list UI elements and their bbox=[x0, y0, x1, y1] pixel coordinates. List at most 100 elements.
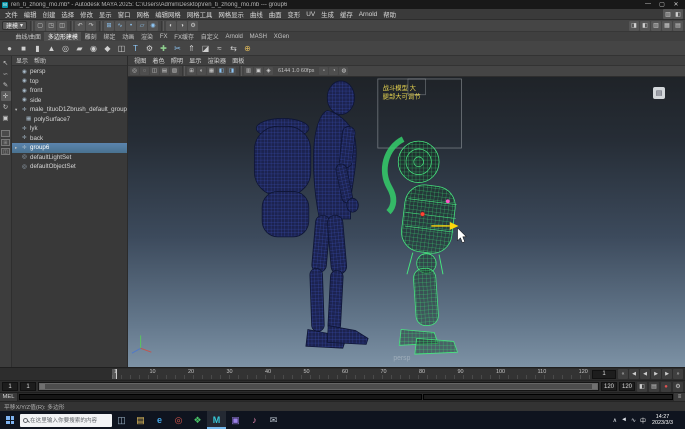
playback-start-field[interactable]: 1 bbox=[20, 382, 36, 391]
menu-mesh[interactable]: 网格 bbox=[133, 10, 152, 19]
panel-menu-show[interactable]: 显示 bbox=[186, 56, 204, 65]
redo-icon[interactable] bbox=[86, 21, 96, 31]
workspace-selector-icon[interactable] bbox=[663, 9, 673, 19]
play-backwards-button[interactable] bbox=[640, 369, 650, 379]
xray-icon[interactable] bbox=[329, 67, 338, 75]
chrome-browser-icon[interactable] bbox=[169, 411, 188, 429]
four-pane-layout-icon[interactable] bbox=[1, 139, 10, 146]
mech-leg-model-selected[interactable] bbox=[385, 139, 460, 354]
menu-deform[interactable]: 变形 bbox=[285, 10, 304, 19]
exposure-icon[interactable] bbox=[339, 67, 348, 75]
mail-app-icon[interactable] bbox=[264, 411, 283, 429]
wechat-icon[interactable] bbox=[188, 411, 207, 429]
shadows-toggle-icon[interactable] bbox=[227, 67, 236, 75]
shelf-tab-mash[interactable]: MASH bbox=[246, 32, 270, 41]
poly-cone-icon[interactable] bbox=[45, 42, 58, 55]
open-scene-icon[interactable] bbox=[46, 21, 56, 31]
bevel-icon[interactable] bbox=[199, 42, 212, 55]
make-live-icon[interactable] bbox=[148, 21, 158, 31]
outliner-item-front[interactable]: front bbox=[12, 86, 127, 96]
resolution-gate-icon[interactable] bbox=[244, 67, 253, 75]
menu-arnold[interactable]: Arnold bbox=[356, 11, 380, 18]
auto-keyframe-icon[interactable] bbox=[661, 382, 671, 392]
outliner-toggle-icon[interactable] bbox=[673, 21, 683, 31]
menu-edit[interactable]: 编辑 bbox=[21, 10, 40, 19]
maya-app-icon[interactable] bbox=[207, 411, 226, 429]
outliner-item-male-group[interactable]: male_tituoD1Zbrush_default_group bbox=[12, 105, 127, 115]
menu-generate[interactable]: 生成 bbox=[318, 10, 337, 19]
shelf-tab-poly-modeling[interactable]: 多边形建模 bbox=[44, 32, 81, 41]
photos-app-icon[interactable] bbox=[226, 411, 245, 429]
shelf-tab-animation[interactable]: 动画 bbox=[119, 32, 138, 41]
shelf-tab-arnold[interactable]: Arnold bbox=[222, 32, 246, 41]
panel-menu-panels[interactable]: 面板 bbox=[229, 56, 247, 65]
gate-mask-icon[interactable] bbox=[254, 67, 263, 75]
step-back-button[interactable] bbox=[629, 369, 639, 379]
shelf-tab-custom[interactable]: 自定义 bbox=[197, 32, 222, 41]
shelf-tab-fx-caching[interactable]: FX缓存 bbox=[171, 32, 197, 41]
undo-icon[interactable] bbox=[75, 21, 85, 31]
render-icon[interactable] bbox=[166, 21, 176, 31]
music-app-icon[interactable] bbox=[245, 411, 264, 429]
menu-uv[interactable]: UV bbox=[303, 11, 318, 18]
collapse-arrow-icon[interactable] bbox=[15, 107, 20, 113]
maximize-button[interactable]: ▢ bbox=[655, 1, 669, 8]
shelf-tab-xgen[interactable]: XGen bbox=[270, 32, 292, 41]
mirror-icon[interactable] bbox=[227, 42, 240, 55]
range-end-handle[interactable] bbox=[592, 384, 597, 389]
network-icon[interactable] bbox=[631, 417, 636, 424]
isolate-select-icon[interactable] bbox=[319, 67, 328, 75]
menu-create[interactable]: 创建 bbox=[40, 10, 59, 19]
menu-surfaces[interactable]: 曲面 bbox=[266, 10, 285, 19]
workspace-dropdown[interactable]: 建模 ▾ bbox=[2, 21, 27, 30]
modeling-toolkit-toggle-icon[interactable] bbox=[662, 21, 672, 31]
combine-icon[interactable] bbox=[241, 42, 254, 55]
select-camera-icon[interactable] bbox=[130, 67, 139, 75]
poly-torus-icon[interactable] bbox=[59, 42, 72, 55]
snap-grid-icon[interactable] bbox=[104, 21, 114, 31]
go-to-end-button[interactable] bbox=[673, 369, 683, 379]
poly-pipe-icon[interactable] bbox=[115, 42, 128, 55]
lasso-tool-icon[interactable] bbox=[1, 69, 11, 79]
menu-display[interactable]: 显示 bbox=[96, 10, 115, 19]
menu-mesh-display[interactable]: 网格显示 bbox=[215, 10, 247, 19]
menu-modify[interactable]: 修改 bbox=[77, 10, 96, 19]
tool-settings-toggle-icon[interactable] bbox=[640, 21, 650, 31]
character-set-icon[interactable] bbox=[637, 382, 647, 392]
viewport-canvas[interactable]: 战斗模型 大 腿部大可调节 bbox=[128, 77, 685, 367]
minimize-button[interactable]: — bbox=[641, 1, 655, 8]
new-scene-icon[interactable] bbox=[35, 21, 45, 31]
gear-icon[interactable] bbox=[143, 42, 156, 55]
shelf-tab-sculpting[interactable]: 雕刻 bbox=[81, 32, 100, 41]
shelf-tab-curves-surfaces[interactable]: 曲线/曲面 bbox=[12, 32, 44, 41]
single-pane-layout-icon[interactable] bbox=[1, 130, 10, 137]
animation-start-field[interactable]: 1 bbox=[2, 382, 18, 391]
menu-cache[interactable]: 缓存 bbox=[337, 10, 356, 19]
taskbar-search-box[interactable]: 在这里输入你要搜索的内容 bbox=[20, 414, 112, 427]
multi-cut-icon[interactable] bbox=[171, 42, 184, 55]
lighting-toggle-icon[interactable] bbox=[217, 67, 226, 75]
shelf-tab-rendering[interactable]: 渲染 bbox=[138, 32, 157, 41]
rotate-tool-icon[interactable] bbox=[1, 102, 11, 112]
taskbar-clock[interactable]: 14:27 2023/3/3 bbox=[650, 414, 675, 427]
menu-mesh-tools[interactable]: 网格工具 bbox=[184, 10, 216, 19]
file-explorer-icon[interactable] bbox=[131, 411, 150, 429]
human-model-wireframe[interactable] bbox=[254, 81, 368, 348]
shaded-mode-icon[interactable] bbox=[197, 67, 206, 75]
menu-select[interactable]: 选择 bbox=[58, 10, 77, 19]
poly-type-icon[interactable] bbox=[129, 42, 142, 55]
outliner-item-defaultlightset[interactable]: defaultLightSet bbox=[12, 153, 127, 163]
range-slider-track[interactable] bbox=[38, 382, 599, 391]
command-input[interactable] bbox=[19, 394, 422, 400]
menu-file[interactable]: 文件 bbox=[2, 10, 21, 19]
attribute-editor-toggle-icon[interactable] bbox=[629, 21, 639, 31]
outliner-item-lyk[interactable]: lyk bbox=[12, 124, 127, 134]
outliner-item-top[interactable]: top bbox=[12, 77, 127, 87]
tray-expand-icon[interactable] bbox=[613, 417, 617, 424]
volume-icon[interactable] bbox=[621, 417, 627, 423]
menu-help[interactable]: 帮助 bbox=[380, 10, 399, 19]
panel-menu-renderer[interactable]: 渲染器 bbox=[205, 56, 230, 65]
current-frame-field[interactable]: 1 bbox=[592, 370, 616, 379]
outliner-item-back[interactable]: back bbox=[12, 134, 127, 144]
menu-windows[interactable]: 窗口 bbox=[115, 10, 134, 19]
